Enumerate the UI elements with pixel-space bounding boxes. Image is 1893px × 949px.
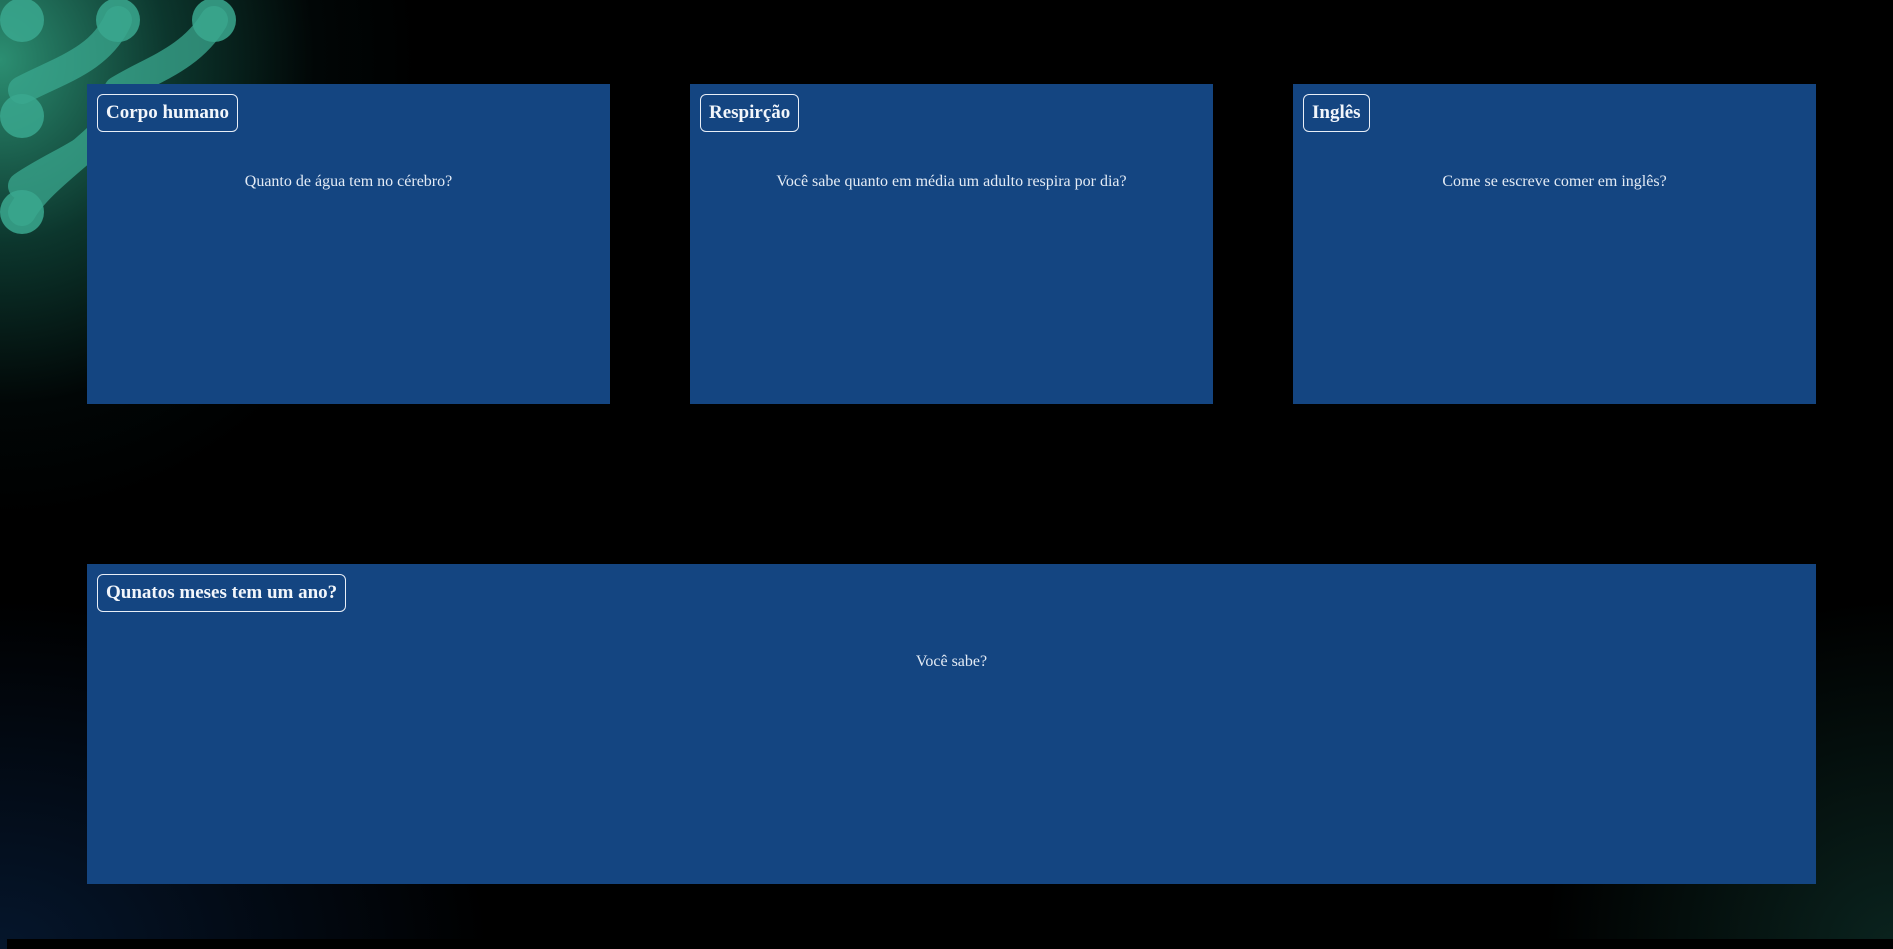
card-respiracao: Respirção Você sabe quanto em média um a… xyxy=(690,84,1213,404)
card-title: Corpo humano xyxy=(97,94,238,132)
card-corpo-humano: Corpo humano Quanto de água tem no céreb… xyxy=(87,84,610,404)
card-question: Você sabe? xyxy=(915,653,988,670)
card-ingles: Inglês Come se escreve comer em inglês? xyxy=(1293,84,1816,404)
card-title: Respirção xyxy=(700,94,800,132)
card-question: Quanto de água tem no cérebro? xyxy=(244,173,453,190)
card-meses-ano: Qunatos meses tem um ano? Você sabe? xyxy=(87,564,1816,884)
page: Corpo humano Quanto de água tem no céreb… xyxy=(0,0,1893,949)
card-question: Você sabe quanto em média um adulto resp… xyxy=(776,173,1127,190)
footer-bar xyxy=(7,939,1893,949)
card-title: Inglês xyxy=(1303,94,1370,132)
card-question: Come se escreve comer em inglês? xyxy=(1442,173,1667,190)
card-title: Qunatos meses tem um ano? xyxy=(97,574,347,612)
